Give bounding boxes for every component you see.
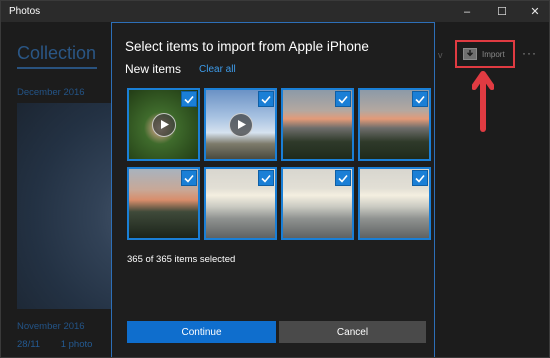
month-header-november: November 2016	[17, 321, 85, 332]
import-dialog: Select items to import from Apple iPhone…	[111, 22, 435, 357]
checkmark-icon[interactable]	[181, 170, 197, 186]
checkmark-icon[interactable]	[258, 170, 274, 186]
photo-thumbnail[interactable]	[281, 88, 354, 161]
checkmark-icon[interactable]	[181, 91, 197, 107]
tab-underline	[17, 67, 97, 69]
photo-thumbnail[interactable]	[358, 88, 431, 161]
dialog-title: Select items to import from Apple iPhone	[125, 39, 369, 54]
play-icon	[228, 112, 253, 137]
checkmark-icon[interactable]	[412, 170, 428, 186]
checkmark-icon[interactable]	[258, 91, 274, 107]
collection-tab[interactable]: Collection	[17, 43, 96, 64]
album-footer: 28/11 1 photo	[17, 339, 110, 350]
section-title: New items	[125, 62, 182, 76]
photo-thumbnail[interactable]	[358, 167, 431, 240]
app-title: Photos	[9, 6, 41, 17]
cancel-button[interactable]: Cancel	[279, 321, 426, 343]
checkmark-icon[interactable]	[335, 91, 351, 107]
title-bar: Photos – ☐ ✕	[1, 1, 549, 22]
continue-button[interactable]: Continue	[127, 321, 276, 343]
selection-status: 365 of 365 items selected	[127, 254, 236, 265]
import-label: Import	[482, 49, 505, 59]
more-options-icon[interactable]: ···	[522, 46, 537, 60]
month-header-december: December 2016	[17, 87, 85, 98]
minimize-button[interactable]: –	[452, 1, 482, 22]
video-thumbnail[interactable]	[127, 88, 200, 161]
photo-thumbnail[interactable]	[281, 167, 354, 240]
import-button[interactable]: Import	[455, 40, 515, 68]
maximize-button[interactable]: ☐	[487, 1, 517, 22]
photo-thumbnail[interactable]	[127, 167, 200, 240]
red-arrow-icon	[472, 71, 494, 132]
import-icon	[463, 48, 477, 60]
album-count: 1 photo	[60, 339, 93, 350]
checkmark-icon[interactable]	[335, 170, 351, 186]
close-button[interactable]: ✕	[520, 1, 549, 22]
album-date: 28/11	[17, 339, 41, 350]
photos-window: Photos – ☐ ✕ Collection December 2016 No…	[0, 0, 550, 358]
chevron-down-icon[interactable]: v	[438, 50, 443, 60]
checkmark-icon[interactable]	[412, 91, 428, 107]
clear-all-link[interactable]: Clear all	[199, 64, 236, 75]
play-icon	[151, 112, 176, 137]
photo-thumbnail[interactable]	[204, 167, 277, 240]
video-thumbnail[interactable]	[204, 88, 277, 161]
